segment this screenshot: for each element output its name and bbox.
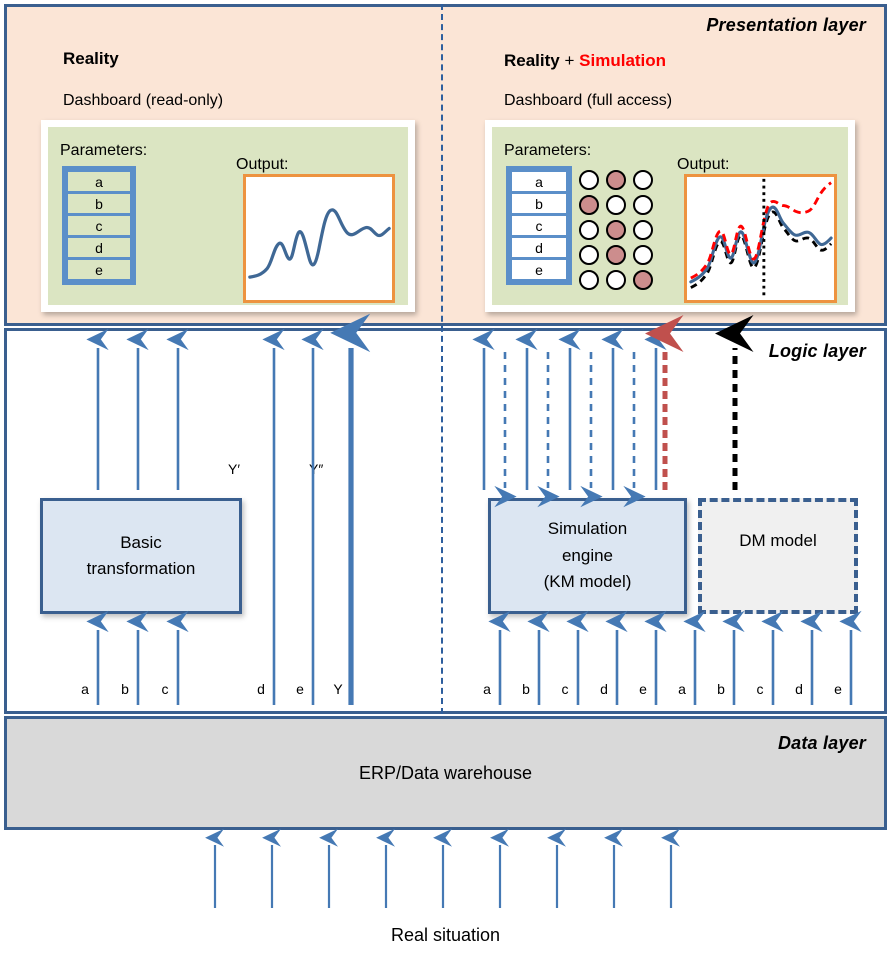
title-plus-sign: + [564,51,575,70]
radio-e-2[interactable] [606,269,626,290]
reality-output-chart-svg [248,208,391,279]
radio-e-3[interactable] [633,269,653,290]
simulation-engine-line2: engine [561,545,614,565]
simulation-panel: Reality + Simulation Dashboard (full acc… [448,7,890,329]
radio-a-2[interactable] [606,169,626,190]
data-layer-panel: Data layer ERP/Data warehouse [4,716,887,830]
basic-transformation-box: Basic transformation [40,498,242,614]
basic-transformation-line1: Basic [120,532,162,552]
parameter-radio-grid[interactable] [579,167,653,292]
radio-row-e [579,267,653,292]
radio-a-3[interactable] [633,169,653,190]
simulation-output-chart [684,174,837,303]
simulation-output-chart-svg [689,178,833,299]
presentation-layer-panel: Presentation layer Reality Dashboard (re… [4,4,887,326]
param-cell-e: e [509,257,569,282]
erp-data-warehouse-label: ERP/Data warehouse [358,762,533,783]
reality-panel: Reality Dashboard (read-only) Parameters… [7,7,448,329]
param-cell-e: e [65,257,133,282]
simulation-engine-line1: Simulation [547,519,628,539]
simulation-parameters-heading: Parameters: [504,142,592,159]
radio-b-3[interactable] [633,194,653,215]
radio-c-1[interactable] [579,219,599,240]
y-prime-label: Y′ [228,461,240,477]
reality-parameter-list: a b c d e [62,166,136,285]
reality-output-heading: Output: [236,156,289,173]
real-situation-label: Real situation [390,925,501,945]
diagram-canvas: Presentation layer Reality Dashboard (re… [0,0,891,953]
simulation-dashboard-card: Parameters: Output: a b c d e [485,120,855,312]
radio-row-c [579,217,653,242]
basic-transformation-line2: transformation [86,559,196,578]
radio-row-a [579,167,653,192]
radio-d-2[interactable] [606,244,626,265]
logic-layer-panel: Logic layer Basic transformation Simulat… [4,328,887,714]
radio-c-2[interactable] [606,219,626,240]
basic-transformation-text: Basic transformation [87,530,196,583]
simulation-output-heading: Output: [677,156,730,173]
reality-dashboard-card: Parameters: Output: a b c d e [41,120,415,312]
logic-layer-label: Logic layer [768,341,866,361]
radio-row-d [579,242,653,267]
reality-simulation-title: Reality + Simulation [504,51,666,71]
simulation-engine-box: Simulation engine (KM model) [488,498,687,614]
radio-d-3[interactable] [633,244,653,265]
reality-simulation-divider [441,4,443,714]
y-double-prime-label: Y″ [309,461,324,477]
simulation-engine-line3: (KM model) [543,572,632,592]
reality-title: Reality [63,49,119,68]
title-simulation-word: Simulation [579,51,667,70]
radio-a-1[interactable] [579,169,599,190]
simulation-dashboard-caption: Dashboard (full access) [504,92,673,109]
radio-row-b [579,192,653,217]
simulation-engine-text: Simulation engine (KM model) [544,516,632,595]
reality-parameters-heading: Parameters: [60,142,148,159]
title-reality-word: Reality [504,51,560,70]
dm-model-text: DM model [739,531,817,550]
radio-b-2[interactable] [606,194,626,215]
radio-e-1[interactable] [579,269,599,290]
dm-model-box: DM model [698,498,858,614]
radio-d-1[interactable] [579,244,599,265]
radio-c-3[interactable] [633,219,653,240]
reality-output-chart [243,174,395,303]
reality-dashboard-caption: Dashboard (read-only) [63,92,224,109]
radio-b-1[interactable] [579,194,599,215]
simulation-parameter-list: a b c d e [506,166,572,285]
